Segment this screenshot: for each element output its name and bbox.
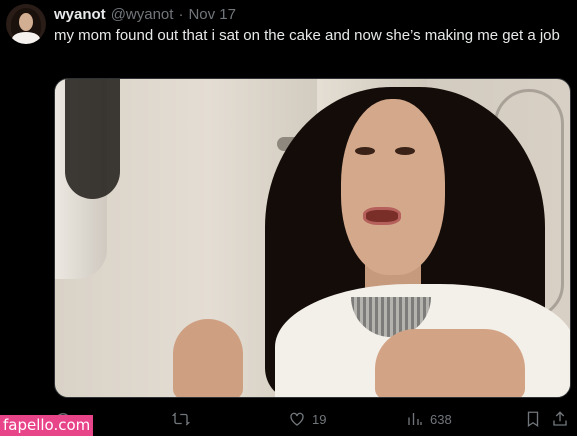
avatar-face bbox=[19, 13, 33, 31]
bar-chart-icon bbox=[408, 413, 422, 425]
bookmark-button[interactable] bbox=[524, 410, 542, 428]
tweet-media-image[interactable] bbox=[54, 78, 571, 398]
separator-dot: · bbox=[178, 6, 184, 23]
tweet-header: wyanot @wyanot · Nov 17 bbox=[54, 6, 236, 24]
like-count: 19 bbox=[312, 411, 327, 427]
views-count: 638 bbox=[430, 411, 452, 427]
display-name[interactable]: wyanot bbox=[54, 6, 106, 23]
like-button[interactable]: 19 bbox=[288, 410, 326, 428]
bookmark-icon bbox=[527, 411, 539, 428]
tweet-text: my mom found out that i sat on the cake … bbox=[54, 27, 560, 44]
media-left-hand bbox=[173, 319, 243, 397]
media-mirror bbox=[65, 79, 120, 199]
retweet-button[interactable] bbox=[172, 410, 190, 428]
tweet-date[interactable]: Nov 17 bbox=[188, 6, 236, 23]
tweet-actions: 19 638 bbox=[54, 410, 569, 432]
media-mouth bbox=[363, 207, 401, 225]
retweet-icon bbox=[172, 412, 190, 426]
user-handle[interactable]: @wyanot bbox=[111, 6, 174, 23]
views-button[interactable]: 638 bbox=[406, 410, 452, 428]
share-icon bbox=[553, 411, 567, 426]
avatar[interactable] bbox=[6, 4, 46, 44]
media-left-eye bbox=[355, 147, 375, 155]
tweet: wyanot @wyanot · Nov 17 my mom found out… bbox=[0, 0, 577, 436]
heart-icon bbox=[290, 412, 304, 426]
media-right-hand bbox=[375, 329, 525, 397]
share-button[interactable] bbox=[551, 410, 569, 428]
media-right-eye bbox=[395, 147, 415, 155]
avatar-shoulders bbox=[12, 32, 40, 44]
media-face bbox=[341, 99, 445, 275]
watermark-label: fapello.com bbox=[0, 415, 94, 436]
